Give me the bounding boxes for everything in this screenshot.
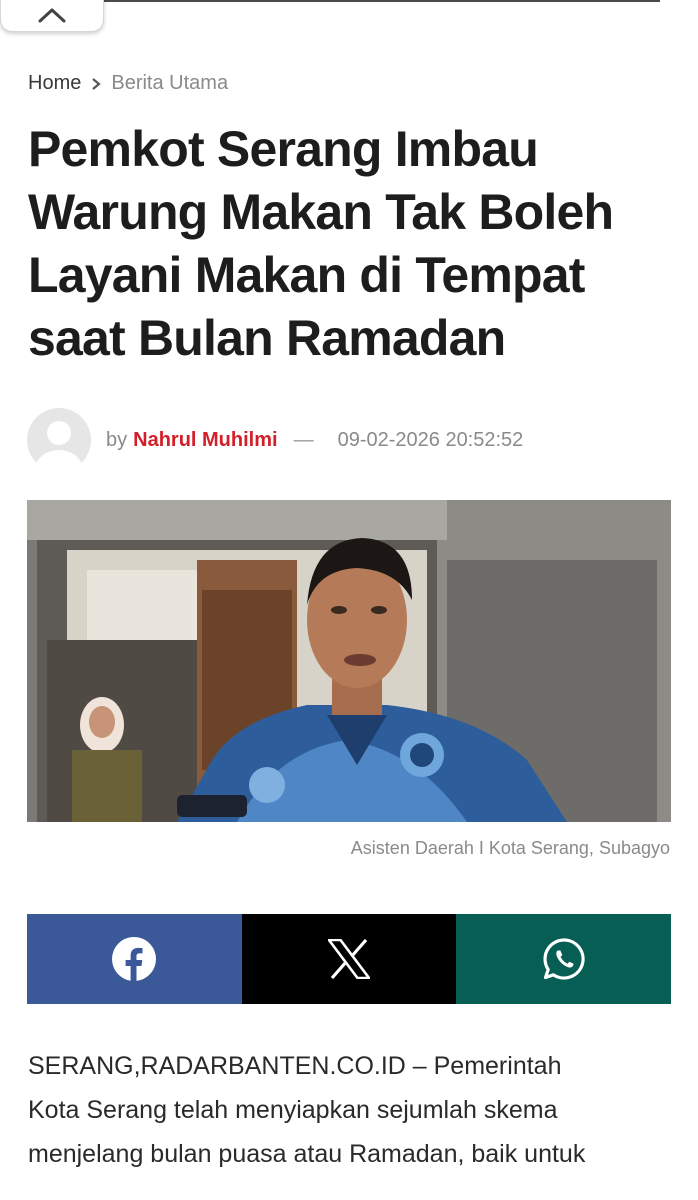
publish-datetime: 09-02-2026 20:52:52 — [337, 428, 524, 451]
share-bar — [27, 914, 672, 1004]
collapse-tab-button[interactable] — [0, 0, 104, 32]
x-icon — [328, 939, 370, 979]
body-line: SERANG,RADARBANTEN.CO.ID – Pemerintah — [28, 1052, 562, 1080]
breadcrumb-home-link[interactable]: Home — [28, 72, 81, 95]
body-line: menjelang bulan puasa atau Ramadan, baik… — [28, 1140, 586, 1168]
avatar[interactable] — [27, 408, 91, 472]
image-caption: Asisten Daerah I Kota Serang, Subagyo — [350, 838, 670, 858]
breadcrumb: Home Berita Utama — [28, 72, 228, 95]
share-x-button[interactable] — [241, 914, 457, 1004]
meta-separator: — — [293, 428, 314, 451]
article-title: Pemkot Serang Imbau Warung Makan Tak Bol… — [28, 121, 614, 366]
share-whatsapp-button[interactable] — [456, 914, 672, 1004]
chevron-right-icon — [91, 77, 102, 91]
chevron-up-icon — [38, 8, 66, 23]
share-facebook-button[interactable] — [27, 914, 242, 1004]
body-line: Kota Serang telah menyiapkan sejumlah sk… — [28, 1096, 558, 1124]
article-photo — [27, 500, 671, 822]
breadcrumb-category-link[interactable]: Berita Utama — [111, 72, 228, 95]
article-body: SERANG,RADARBANTEN.CO.ID – Pemerintah Ko… — [28, 1044, 678, 1176]
author-meta: by Nahrul Muhilmi — 09-02-2026 20:52:52 — [27, 408, 523, 472]
whatsapp-icon — [543, 938, 585, 980]
facebook-icon — [112, 937, 157, 982]
author-link[interactable]: Nahrul Muhilmi — [133, 429, 277, 452]
byline-label: by — [106, 428, 128, 451]
